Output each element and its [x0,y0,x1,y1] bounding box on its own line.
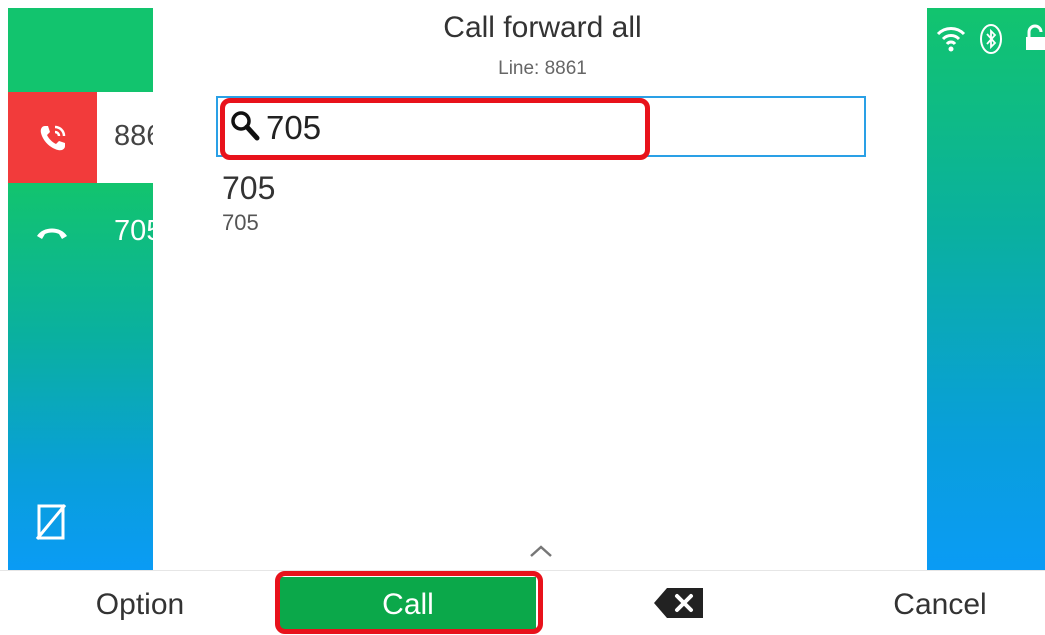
page-title: Call forward all [443,11,642,44]
call-softkey[interactable]: Call [280,588,536,622]
chevron-up-icon[interactable] [528,543,554,564]
line-label-2[interactable]: 705 [114,217,153,246]
no-phone-icon [34,503,68,546]
option-softkey[interactable]: Option [80,588,200,622]
handset-icon[interactable] [35,222,69,247]
search-icon [230,110,260,147]
backspace-icon[interactable] [653,586,705,625]
cancel-softkey[interactable]: Cancel [870,588,1010,622]
result-item-name[interactable]: 705 [222,170,275,207]
phone-ringing-icon [40,125,65,150]
line-subtitle: Line: 8861 [498,58,587,79]
result-item-number[interactable]: 705 [222,210,259,236]
active-call-indicator[interactable] [8,92,97,183]
right-panel [927,8,1045,570]
search-value[interactable]: 705 [266,109,321,147]
line-label-1[interactable]: 8861 [114,122,153,151]
